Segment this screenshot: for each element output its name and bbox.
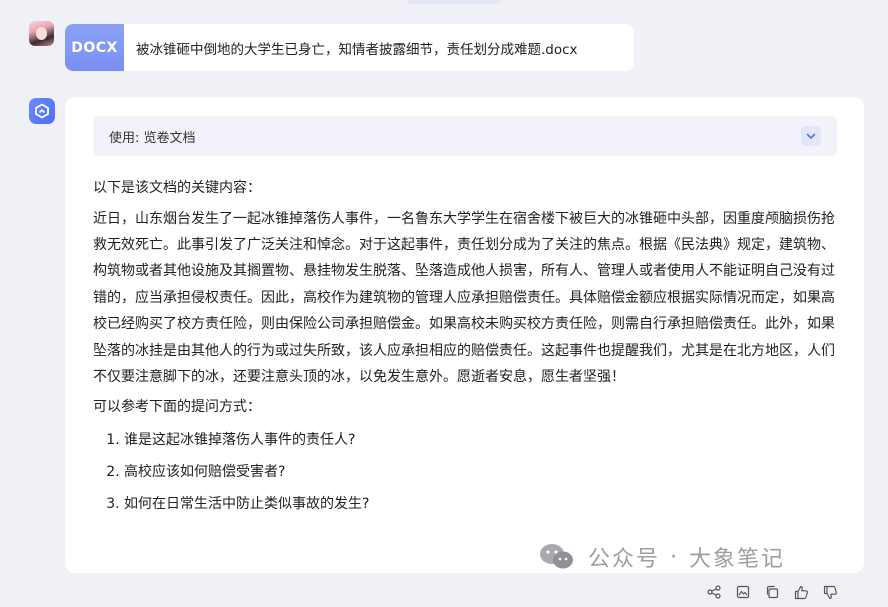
top-stub [405,0,503,4]
questions-intro: 可以参考下面的提问方式： [93,399,261,416]
thumbs-down-button[interactable] [821,583,839,601]
suggested-question[interactable]: 谁是这起冰锥掉落伤人事件的责任人? [124,427,837,454]
message-content: 以下是该文档的关键内容： 近日，山东烟台发生了一起冰锥掉落伤人事件，一名鲁东大学… [93,175,837,523]
tool-usage-label: 使用: 览卷文档 [109,130,196,146]
user-avatar [29,21,54,46]
chevron-down-icon [806,133,816,139]
thumbs-up-icon [794,585,808,599]
watermark-text-a: 公众号 [588,547,661,572]
avatar-face [36,27,47,40]
file-name: 被冰锥砸中倒地的大学生已身亡，知情者披露细节，责任划分成难题.docx [136,41,578,58]
watermark-dot: · [670,544,680,570]
assistant-avatar [29,98,55,124]
suggested-question[interactable]: 高校应该如何赔偿受害者? [124,459,837,486]
message-actions [705,583,839,601]
suggested-questions: 谁是这起冰锥掉落伤人事件的责任人? 高校应该如何赔偿受害者? 如何在日常生活中防… [93,427,837,518]
suggested-question[interactable]: 如何在日常生活中防止类似事故的发生? [124,491,837,518]
thumbs-down-icon [823,585,837,599]
wechat-icon [540,544,573,569]
image-icon [736,585,750,599]
share-icon [707,585,721,599]
assistant-message-card: 使用: 览卷文档 以下是该文档的关键内容： 近日，山东烟台发生了一起冰锥掉落伤人… [65,97,864,573]
docx-file-icon: DOCX [65,24,124,71]
assistant-logo-icon [35,103,49,119]
intro-text: 以下是该文档的关键内容： [93,180,261,196]
watermark-text-b: 大象笔记 [689,547,786,572]
tool-usage-bar[interactable]: 使用: 览卷文档 [93,116,837,156]
share-button[interactable] [705,583,723,601]
image-button[interactable] [734,583,752,601]
wechat-watermark: 公众号 · 大象笔记 [538,536,785,578]
copy-icon [766,585,779,599]
file-attachment-card[interactable]: DOCX 被冰锥砸中倒地的大学生已身亡，知情者披露细节，责任划分成难题.docx [65,24,634,71]
expand-toggle-button[interactable] [801,126,821,146]
summary-paragraph: 近日，山东烟台发生了一起冰锥掉落伤人事件，一名鲁东大学学生在宿舍楼下被巨大的冰锥… [93,210,835,385]
copy-button[interactable] [763,583,781,601]
thumbs-up-button[interactable] [792,583,810,601]
